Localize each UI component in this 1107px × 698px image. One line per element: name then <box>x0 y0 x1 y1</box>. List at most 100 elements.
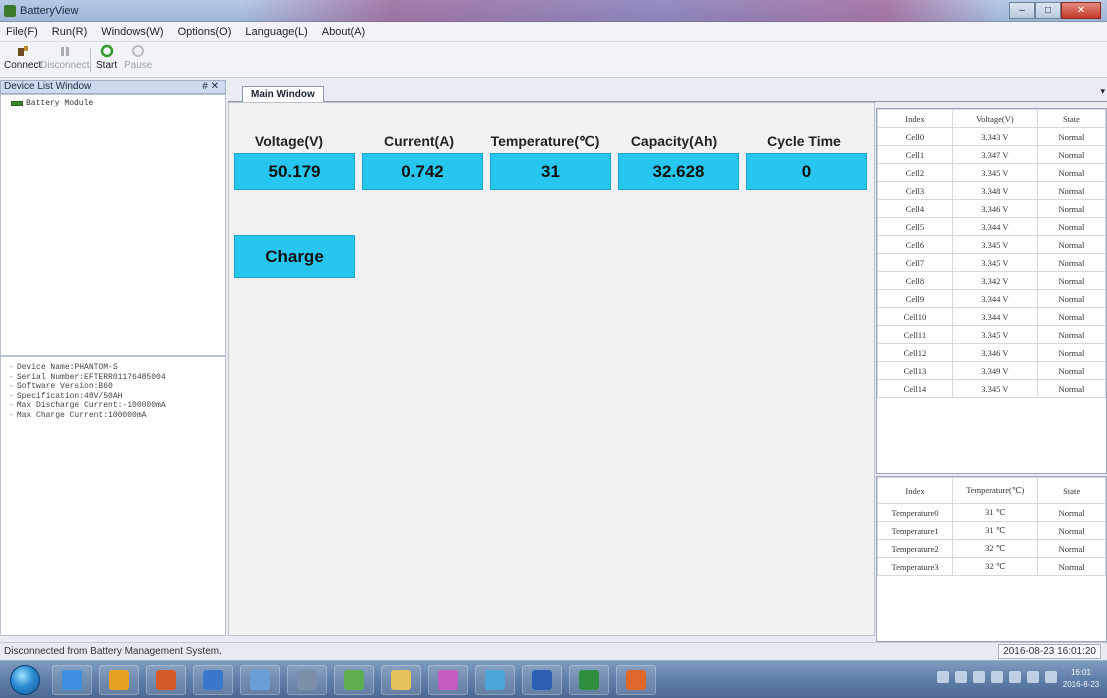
taskbar-app-button[interactable] <box>428 665 468 695</box>
temperature-row[interactable]: Temperature1 31 ℃ Normal <box>876 521 1106 540</box>
device-tree: Battery Module <box>0 94 226 356</box>
cell-value: 32 ℃ <box>952 557 1039 576</box>
cell-voltage-row[interactable]: Cell14 3.345 V Normal <box>877 379 1107 398</box>
volume-icon[interactable] <box>1009 671 1021 683</box>
temperature-row[interactable]: Temperature2 32 ℃ Normal <box>876 539 1106 558</box>
menu-windows[interactable]: Windows(W) <box>101 26 163 38</box>
menu-options[interactable]: Options(O) <box>178 26 232 38</box>
cell-value: 3.343 V <box>951 127 1038 146</box>
clock-time: 16:01 <box>1070 668 1092 677</box>
menu-about[interactable]: About(A) <box>322 26 365 38</box>
taskbar-app-button[interactable] <box>193 665 233 695</box>
pause-label: Pause <box>124 60 153 71</box>
cell-voltage-row[interactable]: Cell12 3.346 V Normal <box>877 343 1107 362</box>
column-header-index: Index <box>877 109 953 128</box>
taskbar-app-button[interactable] <box>146 665 186 695</box>
taskbar-app-button[interactable] <box>616 665 656 695</box>
taskbar-clock[interactable]: 16:01 2016-8-23 <box>1061 667 1101 691</box>
cell-voltage-row[interactable]: Cell13 3.349 V Normal <box>877 361 1107 380</box>
capacity-label: Capacity(Ah) <box>630 133 718 149</box>
cell-value: 31 ℃ <box>952 521 1039 540</box>
disconnect-icon <box>60 47 69 56</box>
cell-voltage-table: Index Voltage(V) State Cell0 3.343 V Norma… <box>876 108 1107 474</box>
title-bar: BatteryView – □ ✕ <box>0 0 1107 22</box>
tab-strip: Main Window ▾ <box>228 84 1107 103</box>
tray-icon[interactable] <box>937 671 949 683</box>
pin-close-icon[interactable]: # ✕ <box>202 81 219 93</box>
tray-icon[interactable] <box>1045 671 1057 683</box>
close-button[interactable]: ✕ <box>1061 2 1101 19</box>
maximize-button[interactable]: □ <box>1035 2 1061 19</box>
cell-state: Normal <box>1036 145 1107 164</box>
cell-index: Temperature0 <box>876 503 954 522</box>
voltage-label: Voltage(V) <box>254 133 324 149</box>
info-software-version: Software Version:B60 <box>1 382 225 392</box>
cell-index: Cell12 <box>877 343 953 362</box>
taskbar-app-button[interactable] <box>99 665 139 695</box>
taskbar-app-button[interactable] <box>287 665 327 695</box>
cell-state: Normal <box>1036 163 1107 182</box>
cell-index: Cell3 <box>877 181 953 200</box>
cell-value: 3.345 V <box>951 379 1038 398</box>
status-bar: Disconnected from Battery Management Sys… <box>0 642 1107 660</box>
taskbar-app-button[interactable] <box>522 665 562 695</box>
info-device-name: Device Name:PHANTOM-S <box>1 363 225 373</box>
voltage-value: 50.179 <box>234 153 355 190</box>
cell-voltage-row[interactable]: Cell3 3.348 V Normal <box>877 181 1107 200</box>
tray-icon[interactable] <box>955 671 967 683</box>
tree-item-battery-module[interactable]: Battery Module <box>11 99 93 108</box>
cell-value: 3.345 V <box>951 253 1038 272</box>
language-icon[interactable] <box>1027 671 1039 683</box>
cell-state: Normal <box>1037 557 1106 576</box>
network-icon[interactable] <box>991 671 1003 683</box>
cell-voltage-row[interactable]: Cell7 3.345 V Normal <box>877 253 1107 272</box>
cell-voltage-row[interactable]: Cell5 3.344 V Normal <box>877 217 1107 236</box>
taskbar-app-button[interactable] <box>569 665 609 695</box>
tools-icon <box>344 670 364 690</box>
tab-dropdown-icon[interactable]: ▾ <box>1100 86 1105 97</box>
cell-index: Cell5 <box>877 217 953 236</box>
temperature-row[interactable]: Temperature0 31 ℃ Normal <box>876 503 1106 522</box>
menu-language[interactable]: Language(L) <box>245 26 307 38</box>
disconnect-button[interactable]: Disconnect <box>40 44 89 71</box>
app-icon <box>485 670 505 690</box>
window-title: BatteryView <box>20 5 79 17</box>
cell-voltage-row[interactable]: Cell0 3.343 V Normal <box>877 127 1107 146</box>
tray-icon[interactable] <box>973 671 985 683</box>
cell-index: Cell9 <box>877 289 953 308</box>
taskbar-app-button[interactable] <box>381 665 421 695</box>
pause-button[interactable]: Pause <box>124 44 152 71</box>
info-max-charge: Max Charge Current:100000mA <box>1 411 225 421</box>
minimize-button[interactable]: – <box>1009 2 1035 19</box>
connect-button[interactable]: Connect <box>4 44 41 71</box>
cell-voltage-row[interactable]: Cell9 3.344 V Normal <box>877 289 1107 308</box>
taskbar-app-button[interactable] <box>240 665 280 695</box>
folder-icon <box>391 670 411 690</box>
cell-index: Temperature1 <box>876 521 954 540</box>
cell-voltage-row[interactable]: Cell10 3.344 V Normal <box>877 307 1107 326</box>
cell-state: Normal <box>1037 539 1106 558</box>
tab-main-window[interactable]: Main Window <box>242 86 324 103</box>
cell-voltage-row[interactable]: Cell11 3.345 V Normal <box>877 325 1107 344</box>
start-button[interactable]: Start <box>96 44 117 71</box>
cell-voltage-row[interactable]: Cell4 3.346 V Normal <box>877 199 1107 218</box>
temperature-row[interactable]: Temperature3 32 ℃ Normal <box>876 557 1106 576</box>
menu-file[interactable]: File(F) <box>6 26 38 38</box>
menu-run[interactable]: Run(R) <box>52 26 87 38</box>
cycle-time-value: 0 <box>746 153 867 190</box>
column-header-voltage: Voltage(V) <box>951 109 1038 128</box>
cell-voltage-row[interactable]: Cell1 3.347 V Normal <box>877 145 1107 164</box>
taskbar-app-button[interactable] <box>334 665 374 695</box>
cell-voltage-row[interactable]: Cell6 3.345 V Normal <box>877 235 1107 254</box>
cell-value: 3.345 V <box>951 325 1038 344</box>
cell-voltage-row[interactable]: Cell2 3.345 V Normal <box>877 163 1107 182</box>
start-menu-button[interactable] <box>10 665 40 695</box>
cell-value: 31 ℃ <box>952 503 1039 522</box>
taskbar-app-button[interactable] <box>475 665 515 695</box>
cell-value: 3.346 V <box>951 343 1038 362</box>
cell-value: 3.349 V <box>951 361 1038 380</box>
taskbar-app-button[interactable] <box>52 665 92 695</box>
cell-value: 3.344 V <box>951 307 1038 326</box>
excel-icon <box>579 670 599 690</box>
cell-voltage-row[interactable]: Cell8 3.342 V Normal <box>877 271 1107 290</box>
